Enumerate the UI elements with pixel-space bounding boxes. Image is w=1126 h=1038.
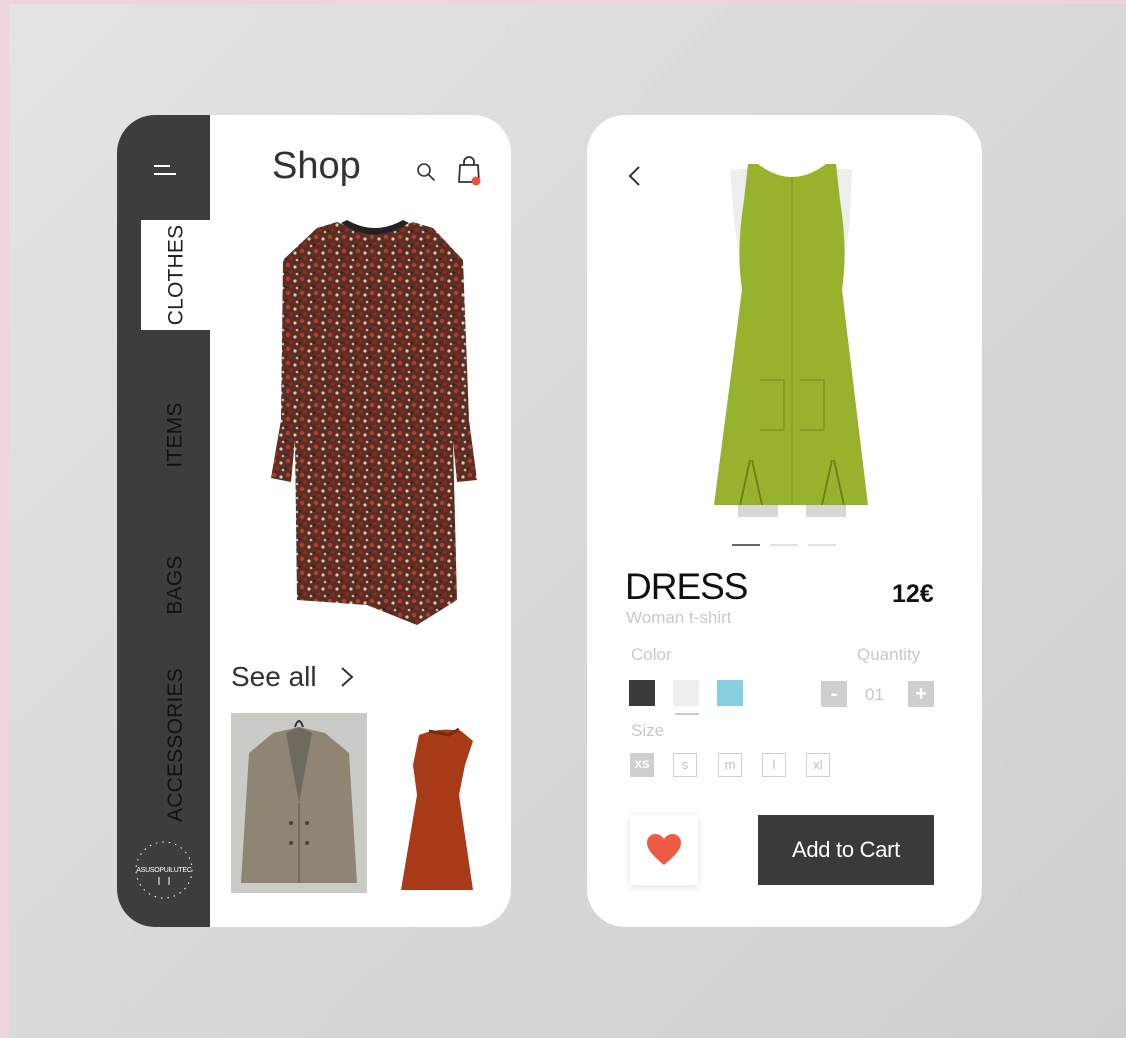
sidebar-item-accessories[interactable]: ACCESSORIES bbox=[141, 668, 211, 822]
favorite-button[interactable] bbox=[630, 815, 698, 885]
sidebar-item-label: ACCESSORIES bbox=[164, 668, 188, 822]
quantity-increment-button[interactable]: + bbox=[908, 681, 934, 707]
sidebar-item-clothes[interactable]: CLOTHES bbox=[141, 220, 211, 330]
page-title: Shop bbox=[272, 145, 361, 187]
chevron-right-icon bbox=[340, 667, 354, 687]
size-label: Size bbox=[631, 721, 665, 740]
product-detail-screen: DRESS Woman t-shirt 12€ Color Quantity -… bbox=[587, 115, 982, 927]
brand-logo: ASUSOPUILUTEC bbox=[131, 837, 197, 903]
size-option-l[interactable]: l bbox=[762, 753, 786, 777]
sidebar-item-bags[interactable]: BAGS bbox=[141, 530, 211, 640]
sidebar-item-items[interactable]: ITEMS bbox=[141, 380, 211, 490]
color-swatch-dark[interactable] bbox=[629, 680, 655, 706]
see-all-label: See all bbox=[231, 661, 317, 692]
color-swatch-light[interactable] bbox=[673, 680, 699, 706]
see-all-link[interactable]: See all bbox=[231, 657, 355, 697]
logo-text: ASUSOPUILUTEC bbox=[136, 867, 192, 874]
size-option-xl[interactable]: xl bbox=[806, 753, 830, 777]
background-edge-top bbox=[0, 0, 1126, 4]
search-icon[interactable] bbox=[415, 161, 437, 183]
size-option-xs[interactable]: XS bbox=[630, 753, 654, 777]
sidebar-item-label: BAGS bbox=[164, 555, 187, 615]
shop-screen: CLOTHES ITEMS BAGS ACCESSORIES ASUSOPUIL… bbox=[117, 115, 511, 927]
hamburger-menu-icon[interactable] bbox=[154, 163, 176, 177]
product-subtitle: Woman t-shirt bbox=[626, 608, 732, 627]
size-option-s[interactable]: s bbox=[673, 753, 697, 777]
category-sidebar: CLOTHES ITEMS BAGS ACCESSORIES ASUSOPUIL… bbox=[117, 115, 211, 927]
heart-icon bbox=[647, 834, 681, 865]
product-thumb-jacket[interactable] bbox=[231, 713, 367, 893]
carousel-dot[interactable] bbox=[808, 544, 836, 546]
product-name: DRESS bbox=[625, 566, 748, 607]
selected-color-indicator bbox=[675, 713, 699, 715]
product-image-green-dress bbox=[692, 160, 892, 530]
carousel-dot[interactable] bbox=[732, 544, 760, 546]
product-image-floral-dress[interactable] bbox=[257, 220, 493, 640]
quantity-value: 01 bbox=[865, 685, 884, 704]
color-swatch-blue[interactable] bbox=[717, 680, 743, 706]
color-label: Color bbox=[631, 645, 672, 664]
cart-badge bbox=[471, 176, 481, 186]
product-price: 12€ bbox=[892, 580, 934, 608]
background-edge bbox=[0, 0, 9, 1038]
product-thumb-red-dress[interactable] bbox=[389, 725, 489, 895]
carousel-indicator bbox=[732, 544, 836, 546]
sidebar-item-label: CLOTHES bbox=[164, 224, 187, 326]
carousel-dot[interactable] bbox=[770, 544, 798, 546]
quantity-label: Quantity bbox=[857, 645, 921, 664]
size-option-m[interactable]: m bbox=[718, 753, 742, 777]
sidebar-item-label: ITEMS bbox=[163, 402, 187, 468]
chevron-left-icon[interactable] bbox=[625, 163, 645, 189]
shopping-bag-icon[interactable] bbox=[455, 155, 483, 187]
quantity-decrement-button[interactable]: - bbox=[821, 681, 847, 707]
add-to-cart-button[interactable]: Add to Cart bbox=[758, 815, 934, 885]
